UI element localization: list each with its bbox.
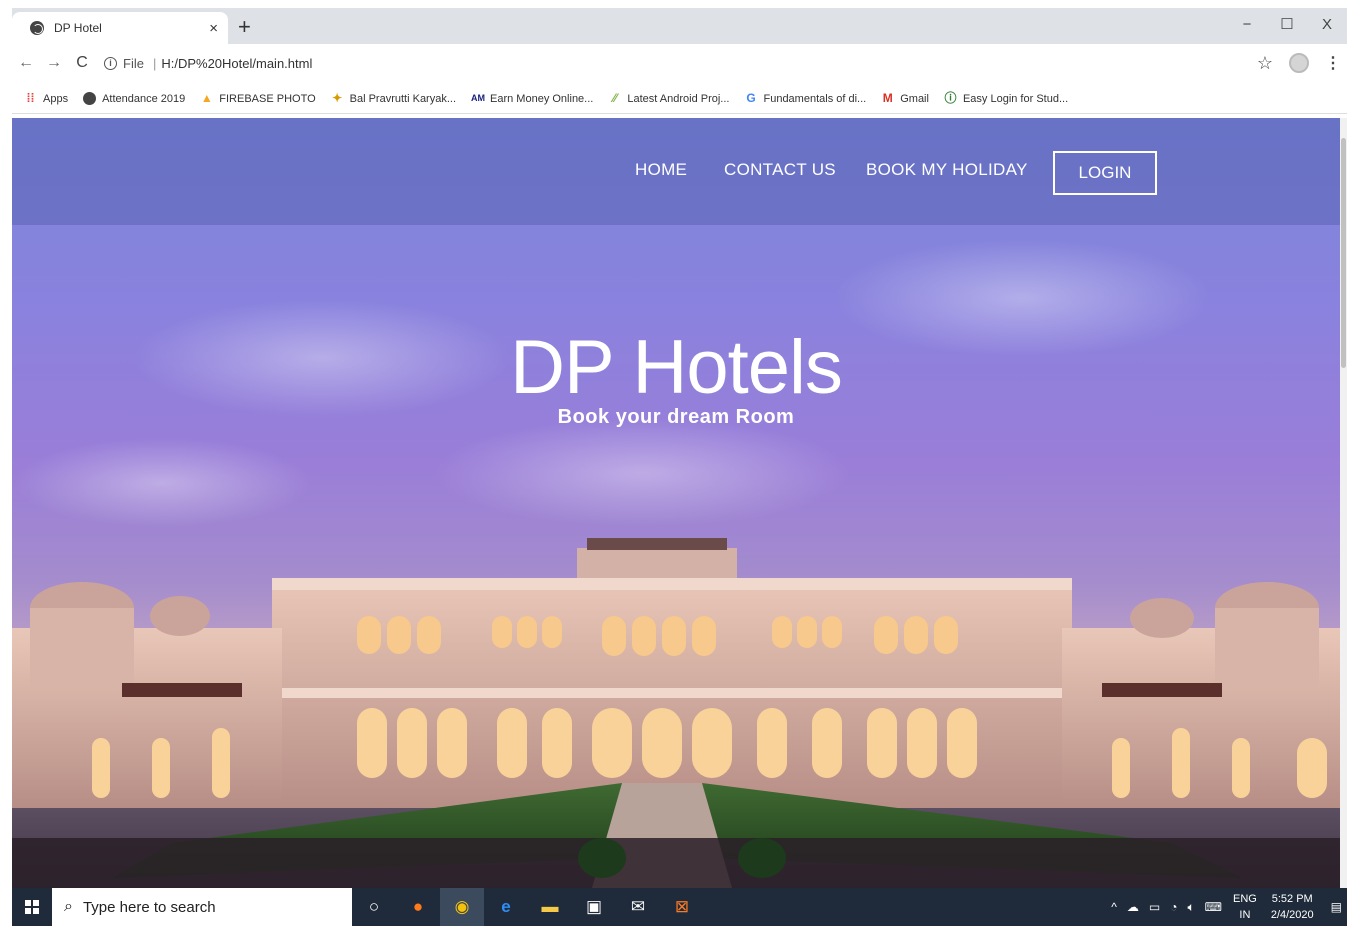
- toolbar-right: ☆ ⋮: [1257, 44, 1341, 82]
- bookmark-label: FIREBASE PHOTO: [219, 92, 316, 105]
- window-controls: − ☐ X: [1227, 8, 1347, 44]
- am-icon: AM: [471, 93, 486, 103]
- star-icon[interactable]: ☆: [1257, 53, 1273, 74]
- gmail-icon: M: [882, 91, 893, 105]
- reload-button[interactable]: C: [68, 54, 96, 72]
- notifications-icon[interactable]: ▤: [1331, 900, 1342, 914]
- search-icon: ⌕: [64, 898, 73, 915]
- bookmark-label: Fundamentals of di...: [763, 92, 867, 105]
- xampp-icon[interactable]: ⊠: [660, 888, 704, 926]
- bookmark-label: Earn Money Online...: [490, 92, 594, 105]
- tab-strip: DP Hotel × + − ☐ X: [12, 8, 1347, 44]
- login-icon: ⓘ: [944, 91, 957, 105]
- hero-subtitle: Book your dream Room: [557, 406, 795, 428]
- edge-icon[interactable]: e: [484, 888, 528, 926]
- clock-date: 2/4/2020: [1270, 909, 1314, 921]
- volume-icon[interactable]: 🔈︎: [1187, 900, 1194, 915]
- store-icon[interactable]: ▣: [572, 888, 616, 926]
- login-button[interactable]: LOGIN: [1053, 151, 1157, 195]
- browser-window: DP Hotel × + − ☐ X ← → C i File | H:/DP%…: [0, 0, 1347, 926]
- bookmark-label: Gmail: [900, 92, 929, 105]
- region-code: IN: [1239, 909, 1251, 921]
- globe-icon: [83, 92, 97, 105]
- nav-contact-us[interactable]: CONTACT US: [724, 160, 836, 180]
- nav-book-my-holiday[interactable]: BOOK MY HOLIDAY: [866, 160, 1028, 180]
- clock[interactable]: 5:52 PM 2/4/2020: [1271, 891, 1314, 923]
- page-scrollbar[interactable]: [1340, 118, 1347, 888]
- url-separator: |: [152, 55, 157, 71]
- browser-toolbar: ← → C i File | H:/DP%20Hotel/main.html ☆…: [12, 44, 1347, 82]
- firefox-icon[interactable]: ●: [396, 888, 440, 926]
- show-hidden-icons-icon[interactable]: ^: [1111, 900, 1117, 914]
- scrollbar-thumb[interactable]: [1341, 138, 1346, 368]
- bookmark-easy-login[interactable]: ⓘ Easy Login for Stud...: [944, 92, 1068, 105]
- bookmark-label: Latest Android Proj...: [627, 92, 730, 105]
- onedrive-icon[interactable]: ☁: [1127, 900, 1139, 914]
- new-tab-button[interactable]: +: [238, 16, 251, 38]
- start-button[interactable]: [12, 888, 52, 926]
- bookmark-gmail[interactable]: M Gmail: [881, 92, 929, 105]
- bookmark-label: Bal Pravrutti Karyak...: [349, 92, 457, 105]
- search-placeholder: Type here to search: [82, 898, 216, 916]
- clock-time: 5:52 PM: [1271, 893, 1313, 905]
- cloud: [432, 418, 852, 528]
- maximize-button[interactable]: ☐: [1267, 8, 1307, 44]
- url-scheme: File: [123, 55, 144, 71]
- file-explorer-icon[interactable]: ▬: [528, 888, 572, 926]
- mail-icon[interactable]: ✉: [616, 888, 660, 926]
- android-icon: ⁄⁄: [612, 91, 617, 105]
- firebase-icon: ▲: [200, 91, 213, 105]
- bookmark-fundamentals[interactable]: G Fundamentals of di...: [744, 92, 866, 105]
- cloud: [12, 438, 312, 528]
- bookmarks-bar: ⁞⁞ Apps Attendance 2019 ▲ FIREBASE PHOTO…: [12, 84, 1347, 114]
- apps-grid-icon: ⁞⁞: [26, 91, 35, 105]
- profile-icon[interactable]: [1289, 53, 1309, 73]
- bookmark-icon: ✦: [332, 91, 343, 105]
- bookmark-label: Attendance 2019: [102, 92, 186, 105]
- nav-home[interactable]: HOME: [635, 160, 687, 180]
- globe-icon: [30, 21, 44, 35]
- info-icon[interactable]: i: [104, 56, 117, 70]
- language-indicator[interactable]: ENG IN: [1233, 891, 1257, 923]
- back-button[interactable]: ←: [12, 54, 40, 72]
- bookmark-bal-pravrutti[interactable]: ✦ Bal Pravrutti Karyak...: [331, 92, 456, 105]
- address-bar[interactable]: i File | H:/DP%20Hotel/main.html: [104, 56, 312, 71]
- bookmark-earn-money[interactable]: AM Earn Money Online...: [471, 92, 593, 105]
- url-text[interactable]: H:/DP%20Hotel/main.html: [161, 56, 312, 71]
- windows-taskbar: ⌕ Type here to search ○ ● ◉ e ▬ ▣ ✉ ⊠ ^ …: [12, 888, 1347, 926]
- wifi-icon[interactable]: ◔: [1170, 900, 1177, 914]
- bookmark-apps[interactable]: ⁞⁞ Apps: [24, 91, 69, 105]
- bookmark-label: Apps: [43, 92, 69, 105]
- taskbar-search[interactable]: ⌕ Type here to search: [52, 888, 352, 926]
- close-tab-icon[interactable]: ×: [209, 20, 218, 37]
- language-code: ENG: [1232, 893, 1257, 905]
- palace-image: [12, 538, 1340, 888]
- hotel-page: HOME CONTACT US BOOK MY HOLIDAY LOGIN DP…: [12, 118, 1340, 888]
- bookmark-attendance[interactable]: Attendance 2019: [83, 92, 185, 105]
- bookmark-firebase[interactable]: ▲ FIREBASE PHOTO: [200, 91, 316, 105]
- system-tray: ^ ☁ ▭ ◔ 🔈︎ ⌨ ENG IN 5:52 PM 2/4/2020 ▤: [1106, 888, 1347, 926]
- site-navbar: HOME CONTACT US BOOK MY HOLIDAY LOGIN: [12, 118, 1340, 225]
- chrome-icon[interactable]: ◉: [440, 888, 484, 926]
- windows-icon: [25, 900, 39, 914]
- cortana-icon[interactable]: ○: [352, 888, 396, 926]
- bookmark-android[interactable]: ⁄⁄ Latest Android Proj...: [608, 91, 730, 105]
- close-window-button[interactable]: X: [1307, 8, 1347, 44]
- google-icon: G: [746, 91, 756, 105]
- minimize-button[interactable]: −: [1227, 8, 1267, 44]
- keyboard-icon[interactable]: ⌨: [1205, 900, 1222, 914]
- tab-dp-hotel[interactable]: DP Hotel ×: [12, 12, 228, 44]
- hero-title: DP Hotels: [510, 325, 843, 410]
- tab-title: DP Hotel: [54, 21, 102, 35]
- battery-icon[interactable]: ▭: [1149, 900, 1160, 914]
- bookmark-label: Easy Login for Stud...: [962, 92, 1069, 105]
- menu-dots-icon[interactable]: ⋮: [1325, 53, 1341, 73]
- forward-button[interactable]: →: [40, 54, 68, 72]
